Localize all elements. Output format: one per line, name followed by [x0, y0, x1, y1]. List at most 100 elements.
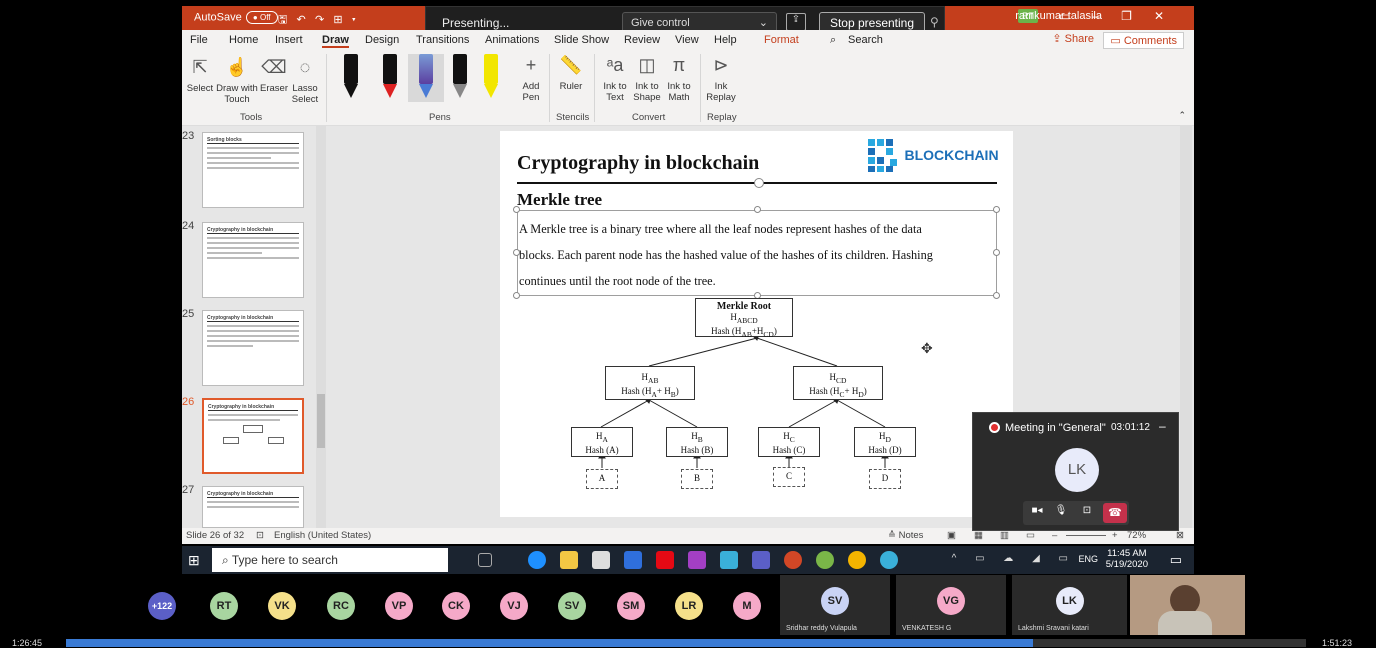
participant-tile[interactable]: VG VENKATESH G — [896, 575, 1006, 635]
slide-title[interactable]: Cryptography in blockchain — [517, 152, 759, 175]
avatar[interactable]: LR — [675, 592, 703, 620]
merkle-leaf-hd[interactable]: HD Hash (D) — [854, 427, 916, 457]
ink-to-math-button[interactable]: π Ink to Math — [664, 54, 694, 103]
autosave-switch[interactable]: ● Off — [245, 11, 278, 24]
slide-subtitle[interactable]: Merkle tree — [517, 190, 602, 210]
merkle-node-hab[interactable]: HAB Hash (HA+ HB) — [605, 366, 695, 400]
fit-slide-icon[interactable]: ⊠ — [1176, 530, 1184, 541]
edge-browser-icon[interactable] — [528, 551, 546, 569]
share-button[interactable]: ⇪ Share — [1052, 32, 1094, 45]
taskbar-clock[interactable]: 11:45 AM 5/19/2020 — [1106, 548, 1148, 570]
close-icon[interactable]: ✕ — [1154, 9, 1186, 23]
avatar[interactable]: RC — [327, 592, 355, 620]
avatar[interactable]: VP — [385, 592, 413, 620]
merkle-node-hcd[interactable]: HCD Hash (HC+ HD) — [793, 366, 883, 400]
share-tray-icon[interactable]: ⊡ — [1077, 505, 1097, 521]
normal-view-icon[interactable]: ▣ — [947, 530, 956, 541]
pen-galaxy-selected[interactable] — [408, 54, 444, 102]
data-block-b[interactable]: B — [681, 469, 713, 489]
ink-to-text-button[interactable]: ᵃa Ink to Text — [600, 54, 630, 103]
ink-to-shape-button[interactable]: ◫ Ink to Shape — [632, 54, 662, 103]
participant-tile[interactable]: LK Lakshmi Sravani katari — [1012, 575, 1127, 635]
ruler-button[interactable]: 📏 Ruler — [556, 54, 586, 92]
photos-icon[interactable] — [688, 551, 706, 569]
tab-format[interactable]: Format — [764, 34, 799, 46]
pen-gray[interactable] — [447, 54, 473, 102]
teams-meeting-mini-window[interactable]: Meeting in "General" 03:01:12 – LK ■◂ 🎙 … — [972, 412, 1179, 531]
avatar[interactable]: RT — [210, 592, 238, 620]
resize-handle[interactable] — [993, 249, 1000, 256]
tab-help[interactable]: Help — [714, 34, 737, 46]
pen-red[interactable] — [377, 54, 403, 102]
data-block-d[interactable]: D — [869, 469, 901, 489]
start-slideshow-icon[interactable]: ⊞ — [333, 14, 342, 26]
merkle-root-node[interactable]: Merkle Root HABCD Hash (HAB+HCD) — [695, 298, 793, 339]
tab-insert[interactable]: Insert — [275, 34, 303, 46]
search-icon[interactable]: ⌕ — [830, 34, 836, 47]
notes-button[interactable]: ≙ Notes — [888, 530, 923, 541]
pin-icon[interactable]: ⚲ — [930, 15, 939, 29]
eraser-button[interactable]: ⌫ Eraser — [260, 56, 288, 94]
thumbnail-scrollbar[interactable] — [316, 126, 326, 528]
resize-handle[interactable] — [993, 206, 1000, 213]
system-tray-icons[interactable]: ^ ▭ ☁ ◢ ▭ — [952, 553, 1076, 564]
slideshow-icon[interactable]: ▭ — [1026, 530, 1035, 541]
language-status[interactable]: English (United States) — [274, 530, 371, 541]
mail-icon[interactable] — [720, 551, 738, 569]
hang-up-button[interactable]: ☎ — [1103, 503, 1127, 523]
tab-view[interactable]: View — [675, 34, 699, 46]
more-participants-badge[interactable]: +122 — [148, 592, 176, 620]
data-block-c[interactable]: C — [773, 467, 805, 487]
snipping-icon[interactable] — [816, 551, 834, 569]
collapse-ribbon-icon[interactable]: ⌃ — [1178, 110, 1186, 121]
slide-thumbnail[interactable]: Cryptography in blockchain — [202, 486, 304, 528]
store-icon[interactable] — [592, 551, 610, 569]
resize-handle[interactable] — [513, 249, 520, 256]
ribbon-display-icon[interactable]: ▭ — [1059, 9, 1092, 23]
select-button[interactable]: ⇱ Select — [186, 56, 214, 94]
powerpoint-icon[interactable] — [784, 551, 802, 569]
slide-thumbnail-active[interactable]: Cryptography in blockchain — [202, 398, 304, 474]
data-block-a[interactable]: A — [586, 469, 618, 489]
windows-start-icon[interactable]: ⊞ — [188, 552, 200, 569]
reading-view-icon[interactable]: ▥ — [1000, 530, 1009, 541]
tab-design[interactable]: Design — [365, 34, 399, 46]
comments-button[interactable]: ▭ Comments — [1103, 32, 1184, 49]
taskbar-search-box[interactable]: ⌕ Type here to search — [212, 548, 448, 572]
canvas-scrollbar[interactable] — [1180, 126, 1192, 528]
tab-home[interactable]: Home — [229, 34, 258, 46]
slide-sorter-icon[interactable]: ▦ — [974, 530, 983, 541]
undo-icon[interactable]: ↶ — [297, 14, 306, 26]
thumbnail-scroll-thumb[interactable] — [317, 394, 325, 448]
avatar[interactable]: SV — [558, 592, 586, 620]
restore-icon[interactable]: ❐ — [1121, 9, 1154, 23]
input-language[interactable]: ENG — [1078, 554, 1098, 564]
zoom-out-icon[interactable]: – — [1052, 530, 1057, 541]
tab-file[interactable]: File — [190, 34, 208, 46]
merkle-leaf-hb[interactable]: HB Hash (B) — [666, 427, 728, 457]
participant-tile[interactable]: SV Sridhar reddy Vulapula — [780, 575, 890, 635]
avatar[interactable]: VK — [268, 592, 296, 620]
tab-transitions[interactable]: Transitions — [416, 34, 469, 46]
slide-thumbnail[interactable]: Cryptography in blockchain — [202, 222, 304, 298]
save-icon[interactable]: 🖫 — [278, 14, 287, 26]
add-pen-button[interactable]: + Add Pen — [516, 54, 546, 103]
lasso-select-button[interactable]: ◌ Lasso Select — [290, 56, 320, 105]
slide-body-text[interactable]: A Merkle tree is a binary tree where all… — [519, 216, 997, 294]
chrome-icon[interactable] — [848, 551, 866, 569]
redo-icon[interactable]: ↷ — [315, 14, 324, 26]
draw-with-touch-button[interactable]: ☝ Draw with Touch — [216, 56, 258, 105]
rotate-handle[interactable] — [754, 178, 764, 188]
slide-thumbnail[interactable]: Cryptography in blockchain — [202, 310, 304, 386]
avatar[interactable]: VJ — [500, 592, 528, 620]
file-explorer-icon[interactable] — [560, 551, 578, 569]
merkle-leaf-ha[interactable]: HA Hash (A) — [571, 427, 633, 457]
resize-handle[interactable] — [513, 206, 520, 213]
zoom-level[interactable]: 72% — [1127, 530, 1146, 541]
customize-icon[interactable]: ▾ — [352, 14, 356, 26]
slide-thumbnail[interactable]: Sorting blocks — [202, 132, 304, 208]
resize-handle[interactable] — [754, 206, 761, 213]
spellcheck-icon[interactable]: ⊡ — [256, 530, 264, 541]
self-video-tile[interactable] — [1130, 575, 1245, 635]
avatar[interactable]: SM — [617, 592, 645, 620]
